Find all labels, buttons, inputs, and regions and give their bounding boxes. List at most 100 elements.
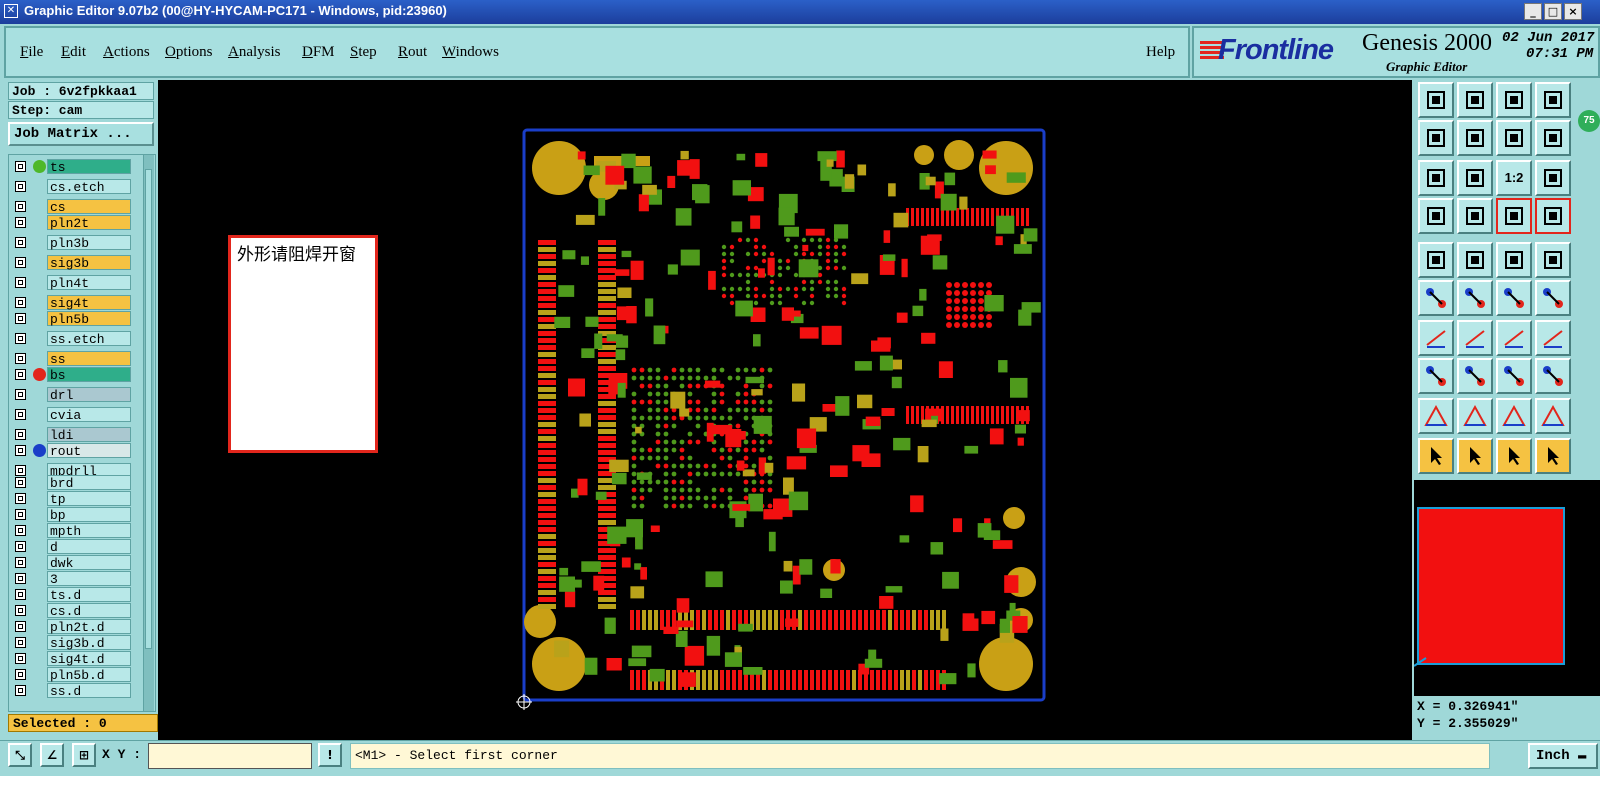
triangle-icon[interactable]	[1418, 398, 1454, 434]
layer-checkbox[interactable]	[15, 313, 26, 324]
grid-snap-icon[interactable]: ⊞	[72, 743, 96, 767]
layer-checkbox[interactable]	[15, 257, 26, 268]
job-matrix-button[interactable]: Job Matrix ...	[8, 122, 154, 146]
shape-b-icon[interactable]	[1535, 398, 1571, 434]
split-icon[interactable]	[1535, 320, 1571, 356]
layer-checkbox[interactable]	[15, 685, 26, 696]
scrollbar-thumb[interactable]	[145, 169, 152, 649]
layer-checkbox[interactable]	[15, 605, 26, 616]
layer-checkbox[interactable]	[15, 573, 26, 584]
move-down-icon[interactable]	[1457, 82, 1493, 118]
edit-shape-icon[interactable]	[1457, 242, 1493, 278]
layer-row-rout[interactable]: rout	[11, 443, 133, 459]
layer-row-bs[interactable]: bs	[11, 367, 133, 383]
layer-checkbox[interactable]	[15, 369, 26, 380]
measure-icon[interactable]: ∠	[40, 743, 64, 767]
pointer-select-icon[interactable]	[1496, 438, 1532, 474]
layer-checkbox[interactable]	[15, 653, 26, 664]
swap-icon[interactable]	[1496, 120, 1532, 156]
layer-row-drl[interactable]: drl	[11, 387, 133, 403]
shape-a-icon[interactable]	[1496, 398, 1532, 434]
layer-row-3[interactable]: 3	[11, 571, 133, 587]
layer-checkbox[interactable]	[15, 493, 26, 504]
layer-checkbox[interactable]	[15, 389, 26, 400]
layer-row-pln5b-d[interactable]: pln5b.d	[11, 667, 133, 683]
layer-checkbox[interactable]	[15, 541, 26, 552]
move-up-icon[interactable]	[1418, 82, 1454, 118]
layer-checkbox[interactable]	[15, 409, 26, 420]
menu-file[interactable]: File	[20, 44, 43, 61]
layer-row-dwk[interactable]: dwk	[11, 555, 133, 571]
layer-row-ss[interactable]: ss	[11, 351, 133, 367]
layer-row-pln5b[interactable]: pln5b	[11, 311, 133, 327]
open-window-icon[interactable]	[1535, 82, 1571, 118]
help-icon[interactable]	[1535, 160, 1571, 196]
layer-checkbox[interactable]	[15, 297, 26, 308]
layer-row-tp[interactable]: tp	[11, 491, 133, 507]
layer-checkbox[interactable]	[15, 477, 26, 488]
graphic-canvas[interactable]: 外形请阻焊开窗	[158, 80, 1412, 740]
layer-row-cvia[interactable]: cvia	[11, 407, 133, 423]
line-icon[interactable]	[1457, 320, 1493, 356]
layer-row-sig3b[interactable]: sig3b	[11, 255, 133, 271]
zoom-home-icon[interactable]	[1457, 160, 1493, 196]
import-icon[interactable]	[1418, 120, 1454, 156]
home-icon[interactable]	[1496, 82, 1532, 118]
layer-checkbox[interactable]	[15, 637, 26, 648]
layer-checkbox[interactable]	[15, 237, 26, 248]
pointer-box-icon[interactable]	[1457, 438, 1493, 474]
minimize-button[interactable]: _	[1524, 3, 1542, 20]
overview-preview[interactable]	[1413, 480, 1600, 696]
ratio-icon[interactable]: 1:2	[1496, 160, 1532, 196]
record-icon[interactable]	[1418, 242, 1454, 278]
units-selector[interactable]: Inch ▬	[1528, 743, 1598, 769]
layer-checkbox[interactable]	[15, 161, 26, 172]
alert-icon[interactable]: !	[318, 743, 342, 767]
minus-icon[interactable]	[1457, 358, 1493, 394]
layer-checkbox[interactable]	[15, 217, 26, 228]
maximize-button[interactable]: □	[1544, 3, 1562, 20]
fill-icon[interactable]	[1535, 242, 1571, 278]
xy-input[interactable]	[148, 743, 312, 769]
layer-checkbox[interactable]	[15, 557, 26, 568]
ruler-icon[interactable]	[1496, 242, 1532, 278]
connect-icon[interactable]	[1418, 280, 1454, 316]
layer-row-cs-d[interactable]: cs.d	[11, 603, 133, 619]
undo-icon[interactable]	[1496, 320, 1532, 356]
pcb-board-view[interactable]	[158, 80, 1412, 740]
layer-checkbox[interactable]	[15, 589, 26, 600]
layer-checkbox[interactable]	[15, 509, 26, 520]
zoom-area-icon[interactable]: ⤡	[8, 743, 32, 767]
layer-checkbox[interactable]	[15, 445, 26, 456]
menu-step[interactable]: Step	[350, 44, 377, 61]
cross-icon[interactable]	[1457, 280, 1493, 316]
layer-row-ts[interactable]: ts	[11, 159, 133, 175]
layer-checkbox[interactable]	[15, 277, 26, 288]
layer-row-sig3b-d[interactable]: sig3b.d	[11, 635, 133, 651]
layer-row-ts-d[interactable]: ts.d	[11, 587, 133, 603]
layer-row-pln2t[interactable]: pln2t	[11, 215, 133, 231]
layer-row-pln2t-d[interactable]: pln2t.d	[11, 619, 133, 635]
layers-stack-icon[interactable]	[1535, 120, 1571, 156]
layer-row-sig4t-d[interactable]: sig4t.d	[11, 651, 133, 667]
layer-row-bp[interactable]: bp	[11, 507, 133, 523]
menu-rout[interactable]: Rout	[398, 44, 427, 61]
pointer-nodes-icon[interactable]	[1535, 438, 1571, 474]
net-icon[interactable]	[1535, 198, 1571, 234]
layer-checkbox[interactable]	[15, 181, 26, 192]
menu-windows[interactable]: Windows	[442, 44, 499, 61]
snap-icon[interactable]	[1418, 198, 1454, 234]
measure-gap-icon[interactable]	[1496, 358, 1532, 394]
layer-checkbox[interactable]	[15, 621, 26, 632]
layer-row-cs[interactable]: cs	[11, 199, 133, 215]
pad-select-icon[interactable]	[1418, 358, 1454, 394]
layer-checkbox[interactable]	[15, 669, 26, 680]
layer-checkbox[interactable]	[15, 525, 26, 536]
pointer-icon[interactable]	[1418, 438, 1454, 474]
copy-layer-icon[interactable]	[1535, 358, 1571, 394]
menu-options[interactable]: Options	[165, 44, 213, 61]
layer-row-sig4t[interactable]: sig4t	[11, 295, 133, 311]
menu-edit[interactable]: Edit	[61, 44, 86, 61]
angle-line-icon[interactable]	[1418, 320, 1454, 356]
close-button[interactable]: ×	[1564, 3, 1582, 20]
